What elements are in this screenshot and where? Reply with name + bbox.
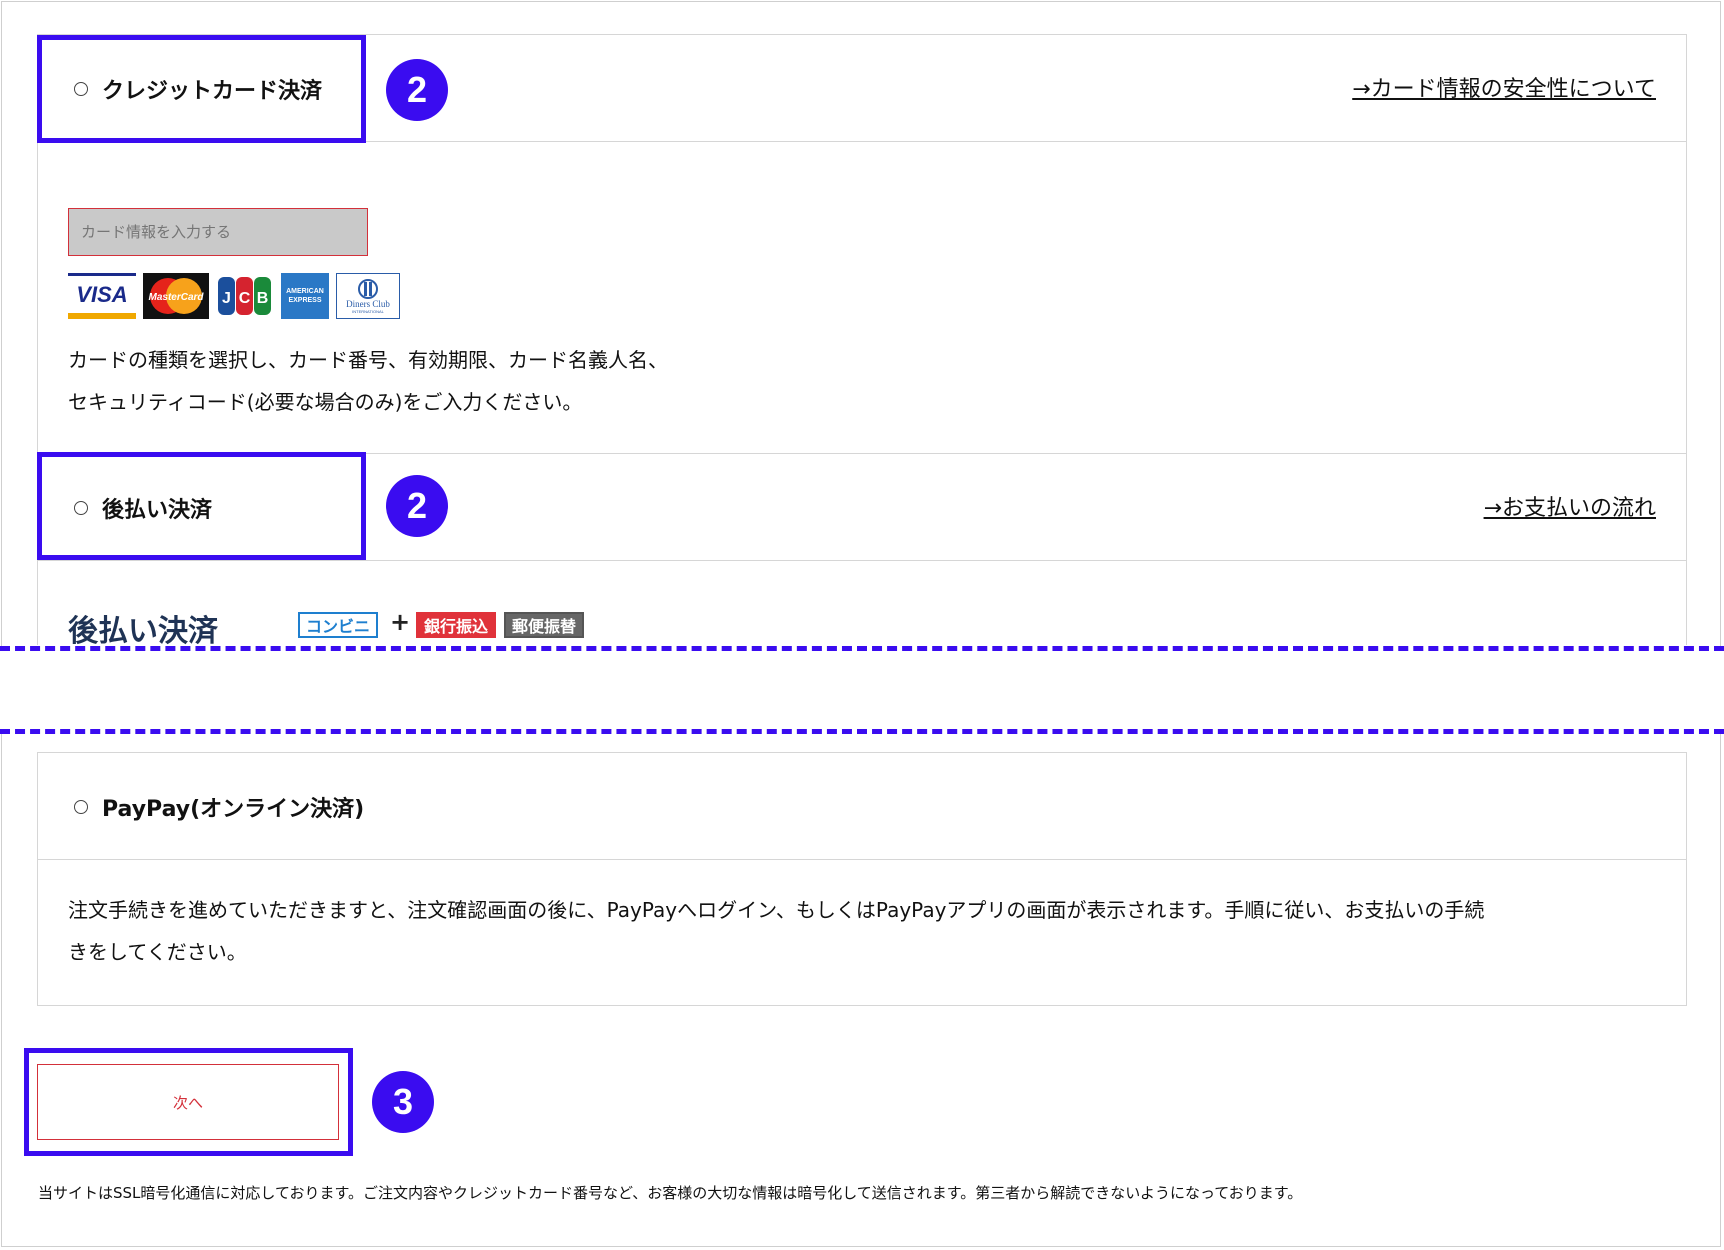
jcb-logo: J C B [216, 273, 274, 319]
radio-icon[interactable] [74, 800, 88, 814]
credit-desc-line-1: カードの種類を選択し、カード番号、有効期限、カード名義人名、 [68, 348, 668, 372]
svg-text:C: C [239, 290, 251, 307]
mastercard-logo: MasterCard [143, 273, 209, 319]
credit-card-highlight [37, 35, 366, 143]
svg-text:J: J [222, 290, 231, 307]
visa-logo: VISA [68, 273, 136, 319]
deferred-payment-title: 後払い決済 [68, 614, 218, 649]
diners-club-logo: Diners Club INTERNATIONAL [336, 273, 400, 319]
deferred-payment-highlight [37, 452, 366, 560]
credit-card-description: カードの種類を選択し、カード番号、有効期限、カード名義人名、 セキュリティコード… [68, 339, 668, 423]
next-button-highlight [24, 1048, 353, 1156]
deferred-payment-banner: 後払い決済 コンビニ + 銀行振込 郵便振替 [38, 560, 1686, 649]
svg-text:MasterCard: MasterCard [148, 292, 204, 303]
credit-desc-line-2: セキュリティコード(必要な場合のみ)をご入力ください。 [68, 390, 583, 414]
amex-logo: AMERICAN EXPRESS [281, 273, 329, 319]
paypay-label: PayPay(オンライン決済) [102, 797, 365, 822]
paypay-section: PayPay(オンライン決済) 注文手続きを進めていただきますと、注文確認画面の… [37, 752, 1687, 1006]
paypay-desc-line-2: きをしてください。 [68, 940, 247, 964]
paypay-description: 注文手続きを進めていただきますと、注文確認画面の後に、PayPayへログイン、も… [68, 889, 1484, 973]
card-info-input[interactable] [68, 208, 368, 256]
omission-line-top [0, 646, 1724, 651]
paypay-desc-line-1: 注文手続きを進めていただきますと、注文確認画面の後に、PayPayへログイン、も… [68, 898, 1485, 922]
omitted-area [0, 646, 1724, 730]
convenience-store-tag: コンビニ [298, 612, 379, 638]
omission-line-bottom [0, 729, 1724, 734]
card-brand-logos: VISA MasterCard J C B AMERICAN EXPRESS D… [68, 273, 400, 319]
postal-transfer-tag: 郵便振替 [504, 612, 585, 638]
step-2-badge-deferred: 2 [386, 475, 448, 537]
paypay-option[interactable]: PayPay(オンライン決済) [74, 791, 364, 823]
bank-transfer-tag: 銀行振込 [416, 612, 497, 638]
step-2-badge-credit: 2 [386, 59, 448, 121]
payment-flow-link[interactable]: →お支払いの流れ [1484, 490, 1656, 522]
paypay-header: PayPay(オンライン決済) [38, 753, 1686, 860]
svg-text:B: B [257, 290, 269, 307]
card-security-link[interactable]: →カード情報の安全性について [1352, 71, 1656, 103]
step-3-badge: 3 [372, 1071, 434, 1133]
plus-sign: + [390, 608, 411, 636]
ssl-note: 当サイトはSSL暗号化通信に対応しております。ご注文内容やクレジットカード番号な… [38, 1184, 1303, 1202]
